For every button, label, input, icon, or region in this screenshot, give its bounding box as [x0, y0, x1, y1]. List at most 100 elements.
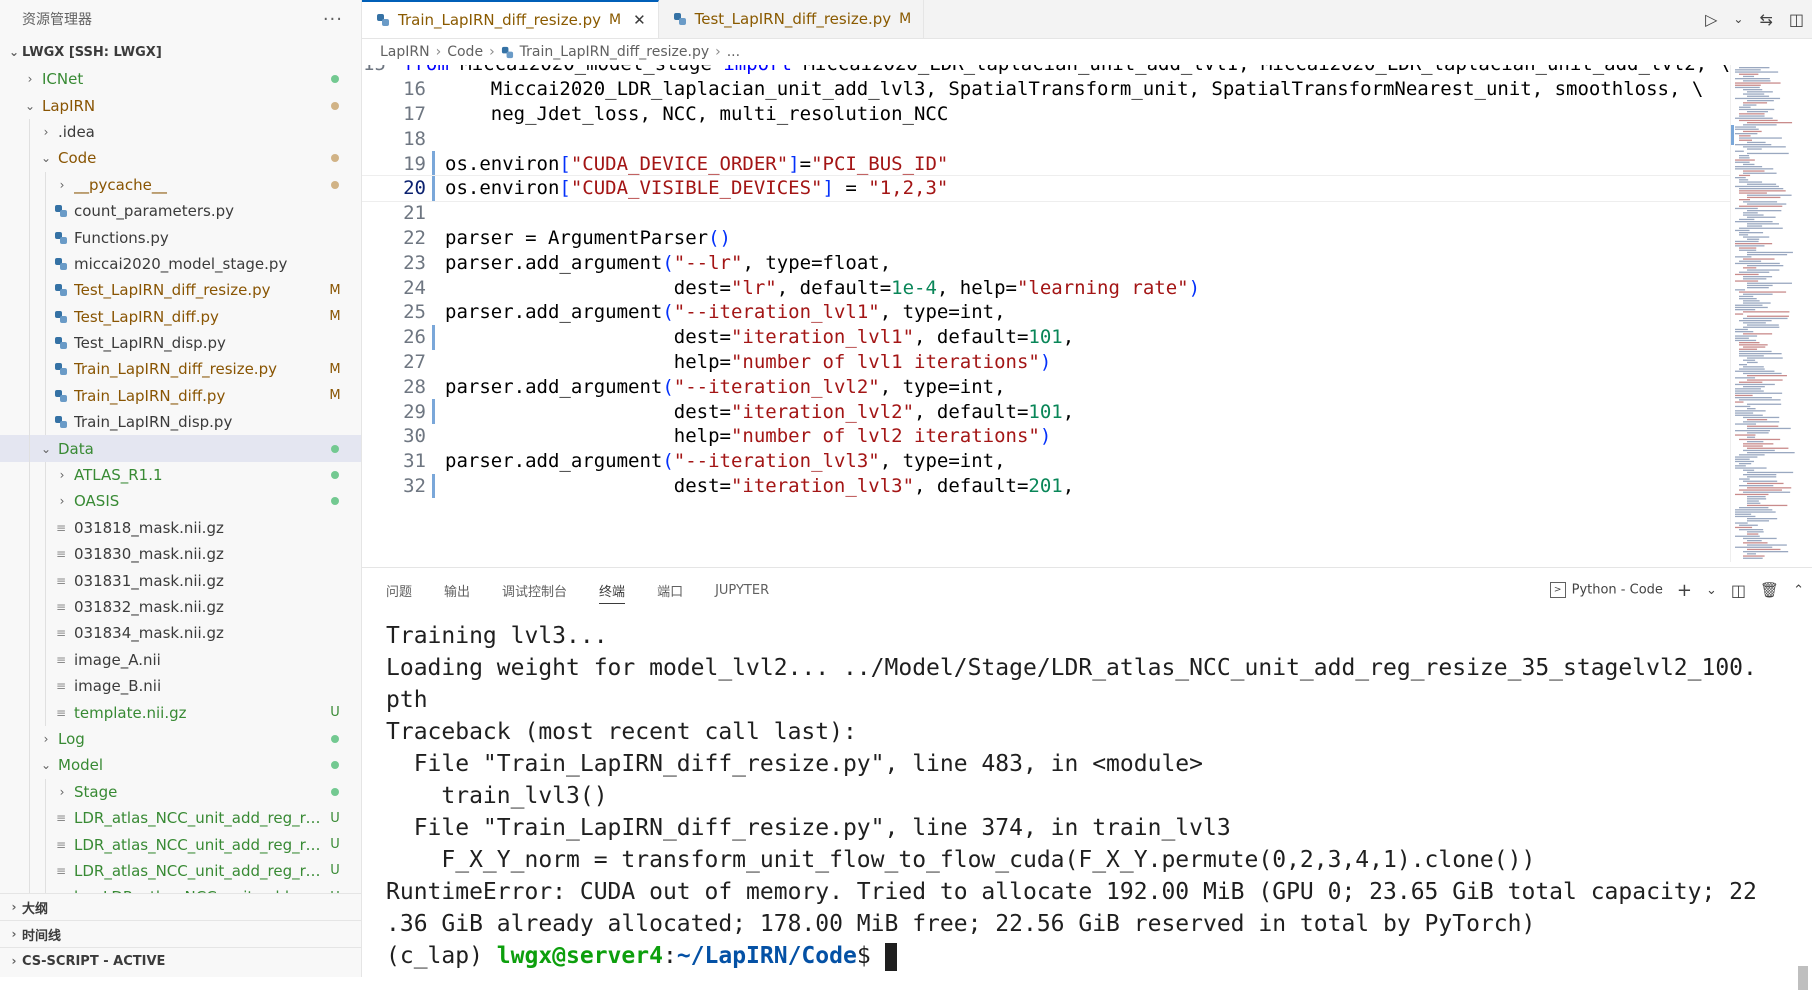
tree-item[interactable]: ⌄ LapIRN	[0, 92, 361, 118]
split-editor-icon[interactable]: ◫	[1789, 10, 1804, 29]
minimap-line	[1747, 183, 1777, 185]
minimap-line	[1743, 267, 1757, 269]
run-icon[interactable]: ▷	[1705, 10, 1717, 29]
chevron-up-icon[interactable]: ⌃	[1793, 583, 1804, 598]
tree-item[interactable]: ⌄ Data	[0, 435, 361, 462]
tree-item[interactable]: Train_LapIRN_diff.py M	[0, 382, 361, 410]
split-terminal-icon[interactable]: ◫	[1731, 581, 1746, 600]
indent-guide	[45, 857, 46, 885]
indent-guide	[29, 752, 30, 779]
breadcrumb-item-symbol[interactable]: ...	[727, 44, 740, 60]
tree-item[interactable]: ≡ template.nii.gz U	[0, 699, 361, 726]
cs-script-section[interactable]: › CS-SCRIPT - ACTIVE	[0, 947, 361, 974]
tree-item[interactable]: ≡ 031834_mask.nii.gz	[0, 620, 361, 647]
breadcrumb-item-code[interactable]: Code	[447, 44, 483, 60]
tree-item[interactable]: › ICNet	[0, 66, 361, 92]
tab-debug-console[interactable]: 调试控制台	[502, 568, 567, 612]
code-line[interactable]: 15 from Miccai2020_model_stage import Mic…	[362, 65, 1730, 77]
code-line[interactable]: 25 parser.add_argument("--iteration_lvl1"…	[362, 300, 1730, 325]
git-change-marker[interactable]	[432, 176, 435, 201]
terminal-selector[interactable]: > Python - Code	[1549, 582, 1663, 598]
tree-item[interactable]: › Log	[0, 725, 361, 753]
tree-item[interactable]: ≡ image_B.nii	[0, 672, 361, 700]
tree-item[interactable]: › .idea	[0, 118, 361, 146]
tree-item[interactable]: Test_LapIRN_diff.py M	[0, 303, 361, 330]
minimap-line	[1735, 97, 1781, 100]
code-line[interactable]: 22 parser = ArgumentParser()	[362, 226, 1730, 251]
tree-item[interactable]: Test_LapIRN_disp.py	[0, 329, 361, 357]
breadcrumb-item-lapirn[interactable]: LapIRN	[380, 44, 430, 60]
chevron-down-icon[interactable]: ⌄	[1706, 583, 1717, 598]
code-line[interactable]: 18	[362, 126, 1730, 151]
code-line[interactable]: 28 parser.add_argument("--iteration_lvl2"…	[362, 374, 1730, 399]
breadcrumb-item-file[interactable]: Train_LapIRN_diff_resize.py	[520, 44, 709, 60]
tree-item[interactable]: Train_LapIRN_diff_resize.py M	[0, 356, 361, 383]
modified-badge: M	[899, 11, 912, 27]
code-line[interactable]: 24 dest="lr", default=1e-4, help="learni…	[362, 275, 1730, 300]
tree-item[interactable]: ≡ image_A.nii	[0, 646, 361, 673]
code-line[interactable]: 23 parser.add_argument("--lr", type=float…	[362, 250, 1730, 275]
tab-terminal[interactable]: 终端	[599, 568, 626, 612]
add-terminal-icon[interactable]: +	[1677, 580, 1692, 601]
git-change-marker[interactable]	[432, 473, 435, 499]
terminal-prompt[interactable]: (c_lap) lwgx@server4:~/LapIRN/Code$	[386, 940, 1782, 972]
compare-changes-icon[interactable]: ⇆	[1759, 10, 1772, 29]
tree-item[interactable]: ≡ LDR_atlas_NCC_unit_add_reg_resize_... U	[0, 857, 361, 885]
tab-train-lapirn-diff-resize[interactable]: Train_LapIRN_diff_resize.py M ✕	[362, 0, 659, 38]
code-line[interactable]: 29 dest="iteration_lvl2", default=101,	[362, 399, 1730, 424]
code-line[interactable]: 31 parser.add_argument("--iteration_lvl3"…	[362, 449, 1730, 474]
code-line[interactable]: 27 help="number of lvl1 iterations")	[362, 350, 1730, 375]
tab-problems[interactable]: 问题	[386, 568, 412, 612]
workspace-header[interactable]: ⌄ LWGX [SSH: LWGX]	[0, 38, 361, 66]
chevron-right-icon: ›	[59, 494, 65, 509]
code-editor[interactable]: 15 from Miccai2020_model_stage import Mic…	[362, 65, 1730, 562]
tree-item[interactable]: ≡ LDR_atlas_NCC_unit_add_reg_resize_... U	[0, 831, 361, 858]
tree-item[interactable]: ≡ 031831_mask.nii.gz	[0, 567, 361, 594]
tree-item[interactable]: ≡ 031818_mask.nii.gz	[0, 514, 361, 542]
tree-item[interactable]: miccai2020_model_stage.py	[0, 250, 361, 278]
tree-item[interactable]: ≡ LDR_atlas_NCC_unit_add_reg_resize_... U	[0, 804, 361, 832]
tab-test-lapirn-diff-resize[interactable]: Test_LapIRN_diff_resize.py M	[659, 0, 925, 38]
timeline-section[interactable]: › 时间线	[0, 920, 361, 947]
outline-section[interactable]: › 大纲	[0, 893, 361, 920]
scrollbar-thumb[interactable]	[1798, 966, 1808, 990]
tree-item[interactable]: ⌄ Model	[0, 752, 361, 779]
line-number: 27	[403, 350, 426, 373]
more-actions-icon[interactable]: ···	[323, 9, 343, 30]
terminal-scrollbar[interactable]	[1798, 620, 1808, 990]
code-line[interactable]: 21	[362, 201, 1730, 226]
tree-item[interactable]: ⌄ Code	[0, 145, 361, 172]
git-change-marker[interactable]	[432, 151, 435, 176]
tab-jupyter[interactable]: JUPYTER	[715, 568, 769, 612]
tree-item[interactable]: Test_LapIRN_diff_resize.py M	[0, 277, 361, 304]
code-line[interactable]: 30 help="number of lvl2 iterations")	[362, 424, 1730, 449]
code-line[interactable]: 17 neg_Jdet_loss, NCC, multi_resolution_…	[362, 102, 1730, 127]
tree-item[interactable]: ≡ 031830_mask.nii.gz	[0, 541, 361, 568]
tree-item[interactable]: count_parameters.py	[0, 197, 361, 225]
trash-icon[interactable]: 🗑	[1760, 581, 1779, 599]
tree-item[interactable]: › ATLAS_R1.1	[0, 461, 361, 489]
code-line[interactable]: 32 dest="iteration_lvl3", default=201,	[362, 473, 1730, 499]
tree-item[interactable]: Functions.py	[0, 224, 361, 251]
code-line[interactable]: 26 dest="iteration_lvl1", default=101,	[362, 324, 1730, 350]
minimap-line	[1743, 491, 1791, 493]
minimap-line	[1747, 269, 1780, 271]
tree-item-label: Stage	[74, 782, 118, 801]
code-line[interactable]: 16 Miccai2020_LDR_laplacian_unit_add_lvl…	[362, 77, 1730, 102]
close-icon[interactable]: ✕	[633, 11, 646, 29]
minimap[interactable]	[1730, 65, 1812, 562]
terminal-output[interactable]: Training lvl3... Loading weight for model…	[386, 620, 1782, 977]
panel-actions: > Python - Code + ⌄ ◫ 🗑 ⌃	[1549, 568, 1804, 612]
tree-item[interactable]: › Stage	[0, 778, 361, 805]
tree-item[interactable]: Train_LapIRN_disp.py	[0, 409, 361, 436]
tree-item[interactable]: ≡ 031832_mask.nii.gz	[0, 593, 361, 621]
code-line[interactable]: 19 os.environ["CUDA_DEVICE_ORDER"]="PCI_B…	[362, 151, 1730, 176]
tab-output[interactable]: 输出	[444, 568, 470, 612]
git-change-marker[interactable]	[432, 324, 435, 350]
tree-item[interactable]: › __pycache__	[0, 171, 361, 198]
tree-item[interactable]: › OASIS	[0, 488, 361, 515]
chevron-down-icon[interactable]: ⌄	[1733, 12, 1743, 26]
tab-ports[interactable]: 端口	[657, 568, 683, 612]
git-change-marker[interactable]	[432, 399, 435, 424]
code-line[interactable]: 20 os.environ["CUDA_VISIBLE_DEVICES"] = "…	[362, 175, 1730, 202]
